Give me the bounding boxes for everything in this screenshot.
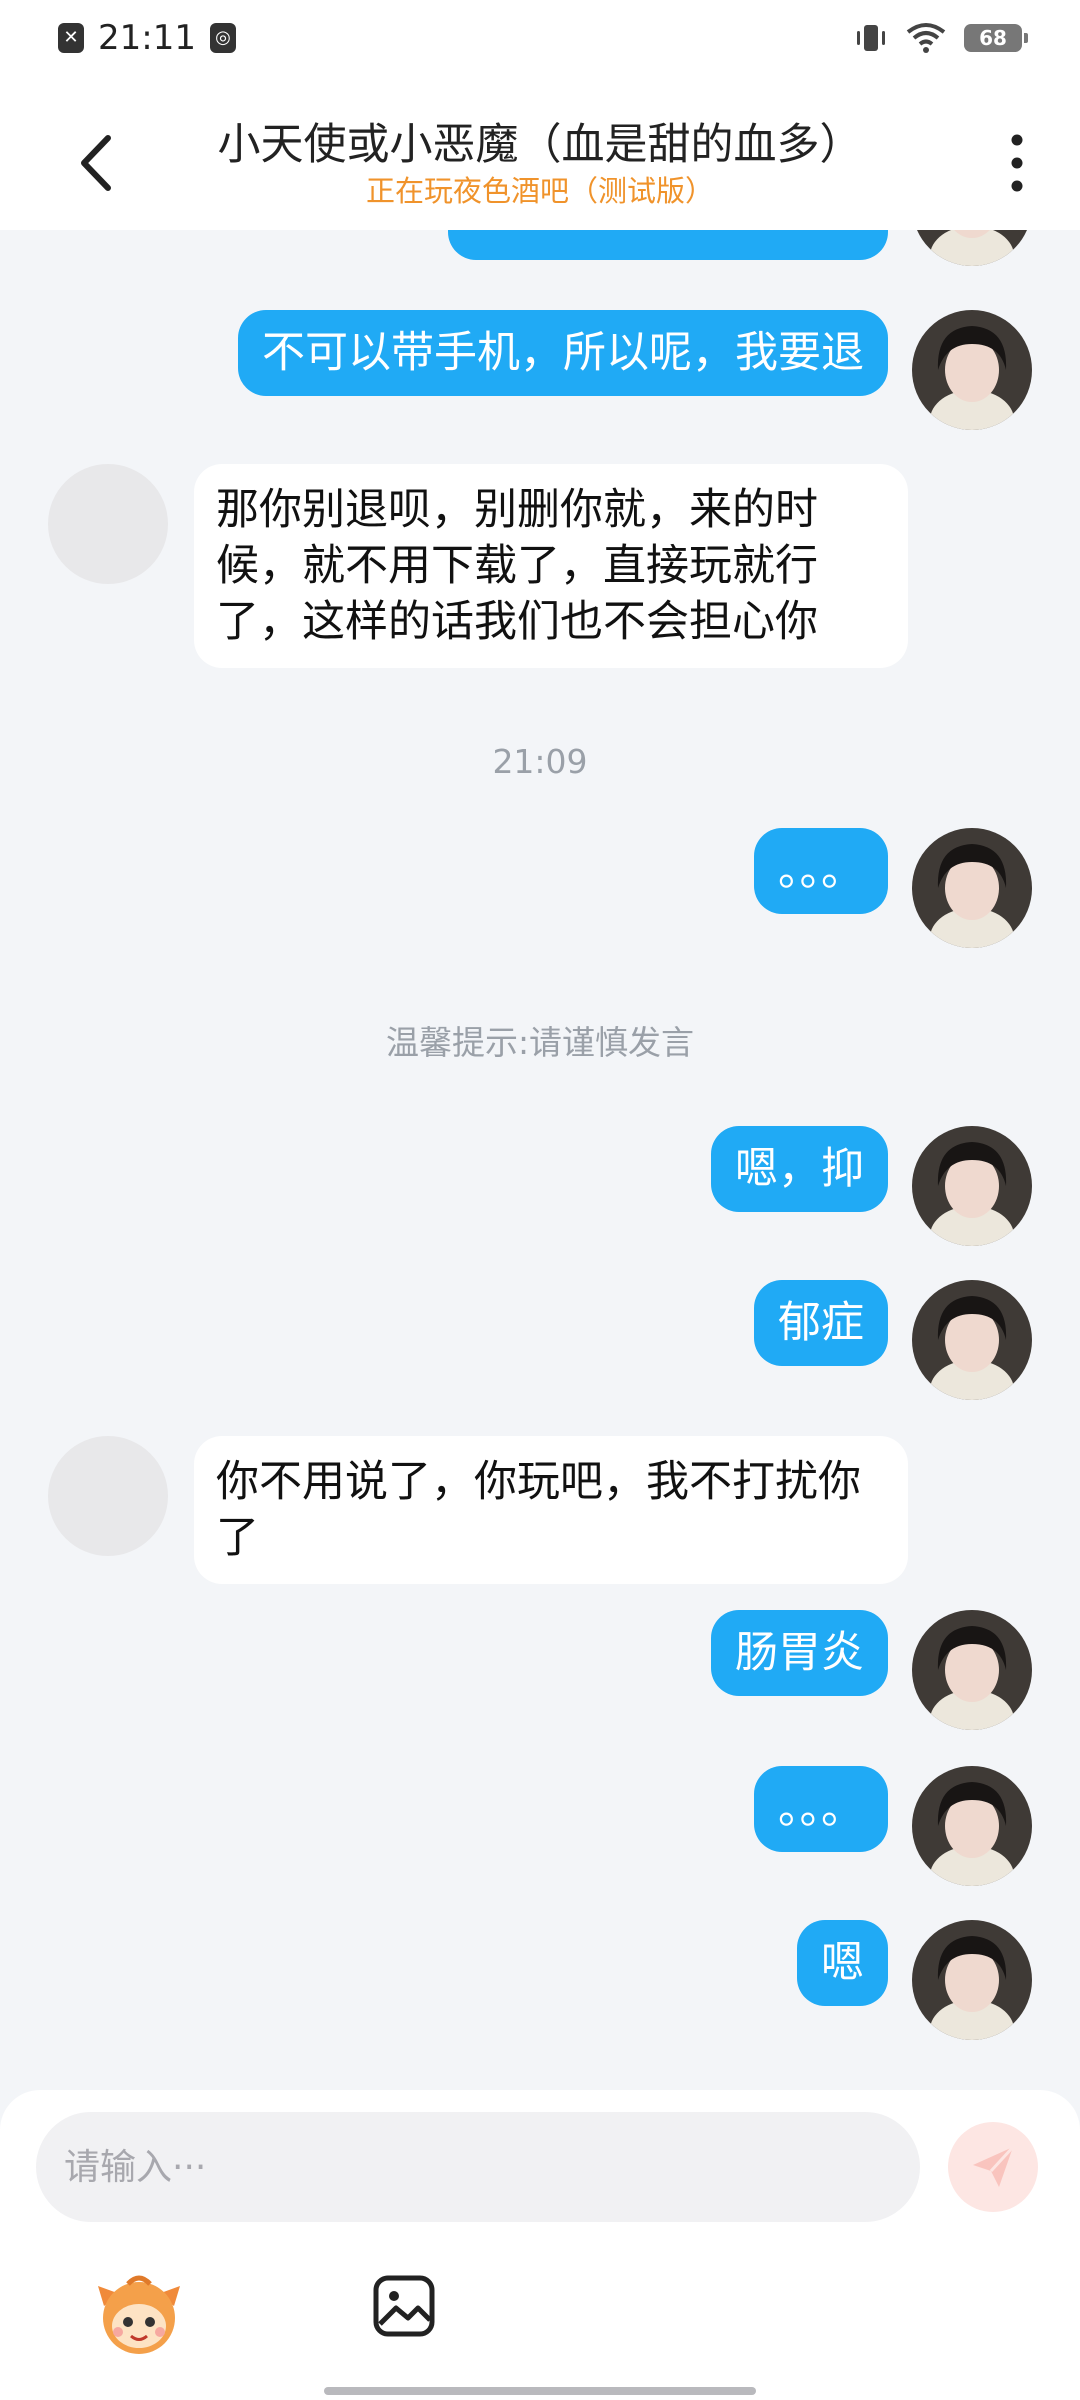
message-bubble-incoming[interactable]: 那你别退呗，别删你就，来的时候，就不用下载了，直接玩就行了，这样的话我们也不会担… [194, 464, 908, 668]
image-button[interactable] [372, 2274, 436, 2338]
avatar[interactable] [912, 1920, 1032, 2040]
more-vertical-icon [1011, 134, 1023, 192]
message-text: 。。。 [778, 846, 864, 896]
chat-subtitle: 正在玩夜色酒吧（测试版） [365, 174, 714, 208]
avatar[interactable] [912, 1126, 1032, 1246]
message-text: 郁症 [778, 1298, 864, 1348]
send-icon [973, 2145, 1015, 2187]
more-button[interactable] [1002, 128, 1032, 198]
wifi-icon [906, 23, 946, 53]
message-bubble-outgoing[interactable]: 郁症 [754, 1280, 888, 1366]
vibrate-icon [857, 25, 885, 51]
avatar[interactable] [48, 464, 168, 584]
message-bubble-incoming[interactable]: 你不用说了，你玩吧，我不打扰你了 [194, 1436, 908, 1584]
message-bubble-outgoing[interactable]: 嗯 [797, 1920, 888, 2006]
input-panel [0, 2090, 1080, 2400]
app-notification-icon: ◎ [209, 23, 236, 53]
status-bar-right: 68 [854, 22, 1028, 54]
avatar[interactable] [912, 310, 1032, 430]
avatar[interactable] [912, 828, 1032, 948]
send-button[interactable] [948, 2122, 1038, 2212]
message-bubble-outgoing[interactable]: 嗯，抑 [711, 1126, 888, 1212]
message-bubble-outgoing[interactable]: 肠胃炎 [711, 1610, 888, 1696]
chat-title: 小天使或小恶魔（血是甜的血多） [217, 120, 863, 170]
message-bubble-outgoing[interactable] [448, 230, 888, 260]
status-bar-left: ✕ 21:11 ◎ [58, 18, 236, 58]
emoji-button[interactable] [94, 2268, 184, 2358]
message-text: 嗯，抑 [735, 1144, 864, 1194]
status-time: 21:11 [98, 18, 196, 58]
message-text: 嗯 [821, 1938, 864, 1988]
image-icon [373, 2275, 435, 2337]
message-bubble-outgoing[interactable]: 不可以带手机，所以呢，我要退 [238, 310, 888, 396]
message-text: 不可以带手机，所以呢，我要退 [262, 328, 864, 378]
message-list[interactable]: 不可以带手机，所以呢，我要退 那你别退呗，别删你就，来的时候，就不用下载了，直接… [0, 230, 1080, 2090]
emoji-mascot-icon [98, 2275, 180, 2354]
home-indicator[interactable] [324, 2387, 756, 2395]
message-text: 你不用说了，你玩吧，我不打扰你了 [216, 1457, 861, 1563]
status-bar: ✕ 21:11 ◎ 68 [0, 0, 1080, 88]
message-text: 肠胃炎 [735, 1628, 864, 1678]
avatar[interactable] [912, 230, 1032, 266]
avatar[interactable] [912, 1610, 1032, 1730]
message-timestamp: 21:09 [492, 742, 588, 781]
avatar[interactable] [912, 1280, 1032, 1400]
battery-indicator: 68 [964, 24, 1028, 52]
message-bubble-outgoing[interactable]: 。。。 [754, 828, 888, 914]
system-notice: 温馨提示:请谨慎发言 [385, 1023, 695, 1062]
chat-header: 小天使或小恶魔（血是甜的血多） 正在玩夜色酒吧（测试版） [0, 88, 1080, 230]
message-text: 那你别退呗，别删你就，来的时候，就不用下载了，直接玩就行了，这样的话我们也不会担… [216, 485, 818, 647]
avatar[interactable] [912, 1766, 1032, 1886]
message-input[interactable] [36, 2112, 920, 2222]
message-bubble-outgoing[interactable]: 。。。 [754, 1766, 888, 1852]
avatar[interactable] [48, 1436, 168, 1556]
message-text: 。。。 [778, 1784, 864, 1834]
notification-icon: ✕ [58, 23, 84, 53]
